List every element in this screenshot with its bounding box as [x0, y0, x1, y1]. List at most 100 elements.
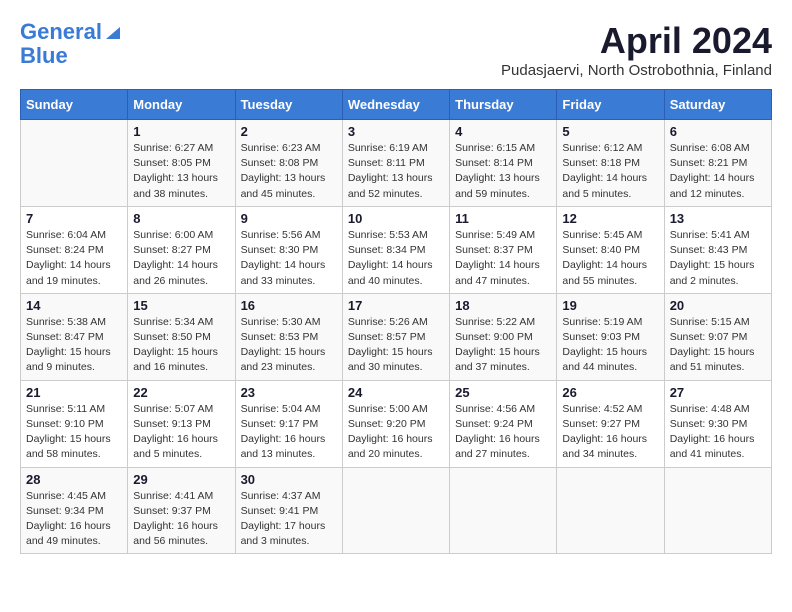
day-info: Sunrise: 5:56 AM Sunset: 8:30 PM Dayligh… [241, 228, 337, 289]
column-header-sunday: Sunday [21, 90, 128, 120]
day-info: Sunrise: 5:11 AM Sunset: 9:10 PM Dayligh… [26, 402, 122, 463]
day-number: 4 [455, 124, 551, 139]
day-number: 30 [241, 472, 337, 487]
day-number: 29 [133, 472, 229, 487]
day-info: Sunrise: 6:00 AM Sunset: 8:27 PM Dayligh… [133, 228, 229, 289]
day-number: 8 [133, 211, 229, 226]
day-number: 27 [670, 385, 766, 400]
day-info: Sunrise: 5:26 AM Sunset: 8:57 PM Dayligh… [348, 315, 444, 376]
day-number: 19 [562, 298, 658, 313]
day-number: 24 [348, 385, 444, 400]
day-number: 16 [241, 298, 337, 313]
main-title: April 2024 [501, 20, 772, 62]
calendar-cell: 24 Sunrise: 5:00 AM Sunset: 9:20 PM Dayli… [342, 380, 449, 467]
day-info: Sunrise: 5:30 AM Sunset: 8:53 PM Dayligh… [241, 315, 337, 376]
logo: General Blue [20, 20, 122, 68]
subtitle: Pudasjaervi, North Ostrobothnia, Finland [501, 62, 772, 79]
day-info: Sunrise: 5:19 AM Sunset: 9:03 PM Dayligh… [562, 315, 658, 376]
day-number: 1 [133, 124, 229, 139]
day-info: Sunrise: 5:38 AM Sunset: 8:47 PM Dayligh… [26, 315, 122, 376]
day-info: Sunrise: 4:45 AM Sunset: 9:34 PM Dayligh… [26, 489, 122, 550]
calendar-cell: 3 Sunrise: 6:19 AM Sunset: 8:11 PM Daylig… [342, 120, 449, 207]
day-info: Sunrise: 4:41 AM Sunset: 9:37 PM Dayligh… [133, 489, 229, 550]
day-info: Sunrise: 6:08 AM Sunset: 8:21 PM Dayligh… [670, 141, 766, 202]
column-header-saturday: Saturday [664, 90, 771, 120]
day-info: Sunrise: 6:23 AM Sunset: 8:08 PM Dayligh… [241, 141, 337, 202]
column-header-wednesday: Wednesday [342, 90, 449, 120]
calendar-cell [342, 467, 449, 554]
day-info: Sunrise: 4:37 AM Sunset: 9:41 PM Dayligh… [241, 489, 337, 550]
week-row-5: 28 Sunrise: 4:45 AM Sunset: 9:34 PM Dayli… [21, 467, 772, 554]
column-header-thursday: Thursday [450, 90, 557, 120]
day-info: Sunrise: 5:00 AM Sunset: 9:20 PM Dayligh… [348, 402, 444, 463]
day-number: 20 [670, 298, 766, 313]
calendar-cell [450, 467, 557, 554]
calendar-cell: 5Sunrise: 6:12 AM Sunset: 8:18 PM Daylig… [557, 120, 664, 207]
day-info: Sunrise: 5:34 AM Sunset: 8:50 PM Dayligh… [133, 315, 229, 376]
day-info: Sunrise: 5:53 AM Sunset: 8:34 PM Dayligh… [348, 228, 444, 289]
calendar-cell: 30 Sunrise: 4:37 AM Sunset: 9:41 PM Dayli… [235, 467, 342, 554]
calendar-cell [21, 120, 128, 207]
calendar-cell: 12 Sunrise: 5:45 AM Sunset: 8:40 PM Dayli… [557, 206, 664, 293]
calendar-cell: 10Sunrise: 5:53 AM Sunset: 8:34 PM Dayli… [342, 206, 449, 293]
calendar-cell: 16 Sunrise: 5:30 AM Sunset: 8:53 PM Dayli… [235, 293, 342, 380]
day-info: Sunrise: 6:15 AM Sunset: 8:14 PM Dayligh… [455, 141, 551, 202]
day-number: 11 [455, 211, 551, 226]
calendar-cell: 27 Sunrise: 4:48 AM Sunset: 9:30 PM Dayli… [664, 380, 771, 467]
logo-text-line2: Blue [20, 44, 68, 68]
calendar-cell: 4 Sunrise: 6:15 AM Sunset: 8:14 PM Daylig… [450, 120, 557, 207]
day-number: 22 [133, 385, 229, 400]
calendar-cell: 19 Sunrise: 5:19 AM Sunset: 9:03 PM Dayli… [557, 293, 664, 380]
week-row-4: 21 Sunrise: 5:11 AM Sunset: 9:10 PM Dayli… [21, 380, 772, 467]
day-info: Sunrise: 5:04 AM Sunset: 9:17 PM Dayligh… [241, 402, 337, 463]
day-info: Sunrise: 5:15 AM Sunset: 9:07 PM Dayligh… [670, 315, 766, 376]
calendar-cell: 17 Sunrise: 5:26 AM Sunset: 8:57 PM Dayli… [342, 293, 449, 380]
week-row-2: 7Sunrise: 6:04 AM Sunset: 8:24 PM Daylig… [21, 206, 772, 293]
calendar-cell: 28 Sunrise: 4:45 AM Sunset: 9:34 PM Dayli… [21, 467, 128, 554]
day-number: 14 [26, 298, 122, 313]
column-header-monday: Monday [128, 90, 235, 120]
calendar-cell: 9 Sunrise: 5:56 AM Sunset: 8:30 PM Daylig… [235, 206, 342, 293]
calendar-header-row: SundayMondayTuesdayWednesdayThursdayFrid… [21, 90, 772, 120]
calendar-cell [557, 467, 664, 554]
day-info: Sunrise: 4:52 AM Sunset: 9:27 PM Dayligh… [562, 402, 658, 463]
day-number: 21 [26, 385, 122, 400]
calendar-table: SundayMondayTuesdayWednesdayThursdayFrid… [20, 89, 772, 554]
calendar-cell: 14 Sunrise: 5:38 AM Sunset: 8:47 PM Dayli… [21, 293, 128, 380]
day-info: Sunrise: 6:19 AM Sunset: 8:11 PM Dayligh… [348, 141, 444, 202]
day-number: 23 [241, 385, 337, 400]
day-info: Sunrise: 5:41 AM Sunset: 8:43 PM Dayligh… [670, 228, 766, 289]
day-info: Sunrise: 5:07 AM Sunset: 9:13 PM Dayligh… [133, 402, 229, 463]
day-number: 5 [562, 124, 658, 139]
day-info: Sunrise: 4:56 AM Sunset: 9:24 PM Dayligh… [455, 402, 551, 463]
calendar-cell: 18Sunrise: 5:22 AM Sunset: 9:00 PM Dayli… [450, 293, 557, 380]
page-header: General Blue April 2024 Pudasjaervi, Nor… [20, 20, 772, 79]
day-info: Sunrise: 4:48 AM Sunset: 9:30 PM Dayligh… [670, 402, 766, 463]
day-info: Sunrise: 6:27 AM Sunset: 8:05 PM Dayligh… [133, 141, 229, 202]
calendar-cell: 25 Sunrise: 4:56 AM Sunset: 9:24 PM Dayli… [450, 380, 557, 467]
day-number: 12 [562, 211, 658, 226]
title-block: April 2024 Pudasjaervi, North Ostrobothn… [501, 20, 772, 79]
calendar-cell: 11Sunrise: 5:49 AM Sunset: 8:37 PM Dayli… [450, 206, 557, 293]
calendar-cell: 29 Sunrise: 4:41 AM Sunset: 9:37 PM Dayli… [128, 467, 235, 554]
day-number: 25 [455, 385, 551, 400]
day-number: 26 [562, 385, 658, 400]
day-number: 2 [241, 124, 337, 139]
day-number: 3 [348, 124, 444, 139]
calendar-cell: 23 Sunrise: 5:04 AM Sunset: 9:17 PM Dayli… [235, 380, 342, 467]
day-number: 9 [241, 211, 337, 226]
day-number: 28 [26, 472, 122, 487]
day-info: Sunrise: 5:22 AM Sunset: 9:00 PM Dayligh… [455, 315, 551, 376]
day-number: 17 [348, 298, 444, 313]
column-header-tuesday: Tuesday [235, 90, 342, 120]
day-info: Sunrise: 5:45 AM Sunset: 8:40 PM Dayligh… [562, 228, 658, 289]
calendar-cell: 21 Sunrise: 5:11 AM Sunset: 9:10 PM Dayli… [21, 380, 128, 467]
calendar-cell: 7Sunrise: 6:04 AM Sunset: 8:24 PM Daylig… [21, 206, 128, 293]
calendar-cell: 2 Sunrise: 6:23 AM Sunset: 8:08 PM Daylig… [235, 120, 342, 207]
calendar-cell: 1 Sunrise: 6:27 AM Sunset: 8:05 PM Daylig… [128, 120, 235, 207]
calendar-cell: 22 Sunrise: 5:07 AM Sunset: 9:13 PM Dayli… [128, 380, 235, 467]
logo-icon [104, 23, 122, 41]
day-info: Sunrise: 6:04 AM Sunset: 8:24 PM Dayligh… [26, 228, 122, 289]
calendar-cell [664, 467, 771, 554]
day-number: 15 [133, 298, 229, 313]
